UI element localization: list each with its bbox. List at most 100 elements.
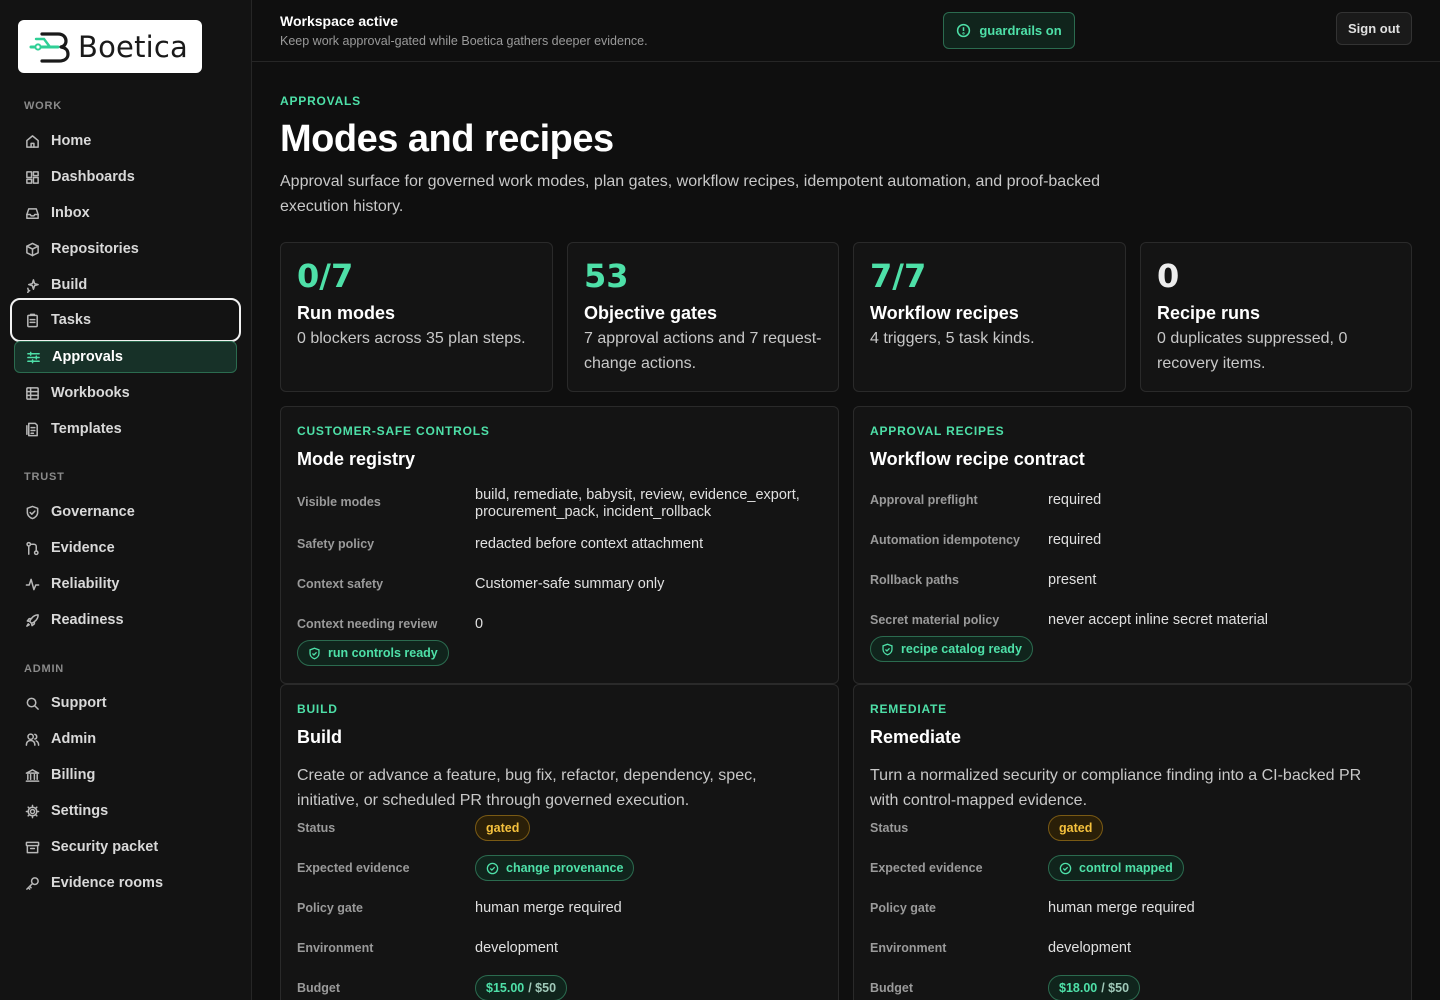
key-icon: [26, 876, 39, 890]
safety-policy-label: Safety policy: [297, 537, 375, 551]
rocket-icon: [26, 613, 39, 627]
stat-title: Objective gates: [584, 303, 718, 323]
page-eyebrow: APPROVALS: [280, 94, 361, 108]
shield-check-icon: [309, 647, 320, 659]
sidebar-item-workbooks[interactable]: Workbooks: [14, 377, 237, 409]
stat-description: 7 approval actions and 7 request-change …: [584, 330, 822, 372]
card-title: Build: [297, 727, 342, 747]
brand-name: Boetica: [78, 29, 189, 64]
sign-out-button[interactable]: Sign out: [1336, 12, 1412, 45]
sidebar-item-tasks[interactable]: Tasks: [10, 298, 241, 342]
stat-title: Recipe runs: [1157, 303, 1261, 323]
sidebar-item-templates[interactable]: Templates: [14, 413, 237, 445]
sliders-icon: [27, 351, 40, 363]
users-icon: [25, 732, 40, 746]
sidebar-item-label: Approvals: [52, 349, 123, 365]
card-title: Remediate: [870, 727, 962, 747]
dashboard-grid-icon: [26, 170, 39, 184]
policy-gate-label: Policy gate: [870, 901, 936, 915]
badge-label: control mapped: [1079, 861, 1173, 875]
sidebar-item-evidence-rooms[interactable]: Evidence rooms: [14, 867, 237, 899]
policy-gate-value: human merge required: [1048, 900, 1195, 916]
sidebar-item-dashboards[interactable]: Dashboards: [14, 161, 237, 193]
page-description: Approval surface for governed work modes…: [280, 173, 1100, 215]
secret-policy-label: Secret material policy: [870, 613, 1000, 627]
context-safety-value: Customer-safe summary only: [475, 576, 665, 592]
status-label: Status: [870, 821, 909, 835]
table-icon: [26, 386, 39, 400]
clipboard-icon: [27, 313, 38, 327]
card-eyebrow: BUILD: [297, 702, 338, 716]
shield-check-icon: [26, 505, 39, 519]
shield-check-icon: [882, 643, 893, 655]
stat-card-run-modes: 0/7 Run modes 0 blockers across 35 plan …: [280, 242, 553, 392]
sidebar-item-label: Inbox: [51, 205, 90, 221]
sidebar-item-settings[interactable]: Settings: [14, 795, 237, 827]
stat-value: 0/7: [297, 257, 354, 295]
nav-section-trust: TRUST: [24, 471, 65, 483]
badge-label: change provenance: [506, 861, 624, 875]
sidebar-item-label: Home: [51, 133, 92, 149]
recipe-catalog-badge: recipe catalog ready: [870, 636, 1033, 662]
sidebar-item-label: Support: [51, 695, 107, 711]
sidebar-item-inbox[interactable]: Inbox: [14, 197, 237, 229]
sidebar-item-label: Governance: [51, 504, 135, 520]
stat-card-objective-gates: 53 Objective gates 7 approval actions an…: [567, 242, 839, 392]
stat-description: 4 triggers, 5 task kinds.: [870, 330, 1035, 347]
safety-policy-value: redacted before context attachment: [475, 536, 704, 552]
recipe-contract-card: APPROVAL RECIPES Workflow recipe contrac…: [853, 406, 1412, 684]
rollback-paths-label: Rollback paths: [870, 573, 959, 587]
mode-card-remediate: REMEDIATE Remediate Turn a normalized se…: [853, 684, 1412, 1000]
approval-preflight-value: required: [1048, 492, 1102, 508]
stat-title: Workflow recipes: [870, 303, 1019, 323]
automation-idempotency-value: required: [1048, 532, 1102, 548]
secret-policy-value: never accept inline secret material: [1048, 612, 1269, 628]
budget-badge: $15.00 / $50: [475, 975, 568, 1000]
sidebar-item-evidence[interactable]: Evidence: [14, 532, 237, 564]
sidebar-item-label: Workbooks: [51, 385, 130, 401]
clock-alert-icon: [957, 23, 971, 38]
sidebar-item-readiness[interactable]: Readiness: [14, 604, 237, 636]
status-label: Status: [297, 821, 336, 835]
sidebar-item-label: Settings: [51, 803, 109, 819]
stat-card-recipe-runs: 0 Recipe runs 0 duplicates suppressed, 0…: [1140, 242, 1412, 392]
sidebar-item-approvals[interactable]: Approvals: [14, 341, 237, 373]
sidebar-item-governance[interactable]: Governance: [14, 496, 237, 528]
status-badge: gated: [1048, 815, 1104, 841]
sidebar-item-label: Reliability: [51, 576, 120, 592]
budget-label: Budget: [297, 981, 341, 995]
sparkle-icon: [27, 278, 39, 293]
environment-label: Environment: [870, 941, 947, 955]
card-title: Workflow recipe contract: [870, 449, 1085, 469]
run-controls-badge: run controls ready: [297, 640, 449, 666]
sidebar-item-repositories[interactable]: Repositories: [14, 233, 237, 265]
sidebar-item-support[interactable]: Support: [14, 687, 237, 719]
sidebar: Boetica WORK Home Dashboards Inbox Repos…: [0, 0, 252, 1000]
visible-modes-value: build, remediate, babysit, review, evide…: [475, 487, 800, 520]
budget-spent: $18.00: [1059, 981, 1098, 995]
policy-gate-value: human merge required: [475, 900, 622, 916]
sidebar-item-security-packet[interactable]: Security packet: [14, 831, 237, 863]
stat-description: 0 duplicates suppressed, 0 recovery item…: [1157, 330, 1348, 372]
mode-registry-card: CUSTOMER-SAFE CONTROLS Mode registry Vis…: [280, 406, 839, 684]
sidebar-item-label: Billing: [51, 767, 96, 783]
home-icon: [26, 134, 39, 148]
sidebar-item-build[interactable]: Build: [14, 269, 237, 301]
card-title: Mode registry: [297, 449, 416, 469]
environment-value: development: [475, 940, 559, 956]
brand-logo[interactable]: Boetica: [18, 20, 202, 73]
boetica-logo-icon: [29, 31, 70, 63]
sidebar-item-admin[interactable]: Admin: [14, 723, 237, 755]
top-header: Workspace active Keep work approval-gate…: [252, 0, 1440, 62]
stat-value: 7/7: [870, 257, 927, 295]
stat-value: 0: [1157, 257, 1180, 295]
sidebar-item-home[interactable]: Home: [14, 125, 237, 157]
sidebar-item-billing[interactable]: Billing: [14, 759, 237, 791]
sidebar-item-reliability[interactable]: Reliability: [14, 568, 237, 600]
guardrails-button[interactable]: guardrails on: [943, 12, 1075, 49]
gear-icon: [25, 804, 40, 818]
stat-description: 0 blockers across 35 plan steps.: [297, 330, 526, 347]
budget-limit: / $50: [1101, 981, 1130, 995]
status-badge: gated: [475, 815, 531, 841]
nav-section-work: WORK: [24, 100, 63, 112]
